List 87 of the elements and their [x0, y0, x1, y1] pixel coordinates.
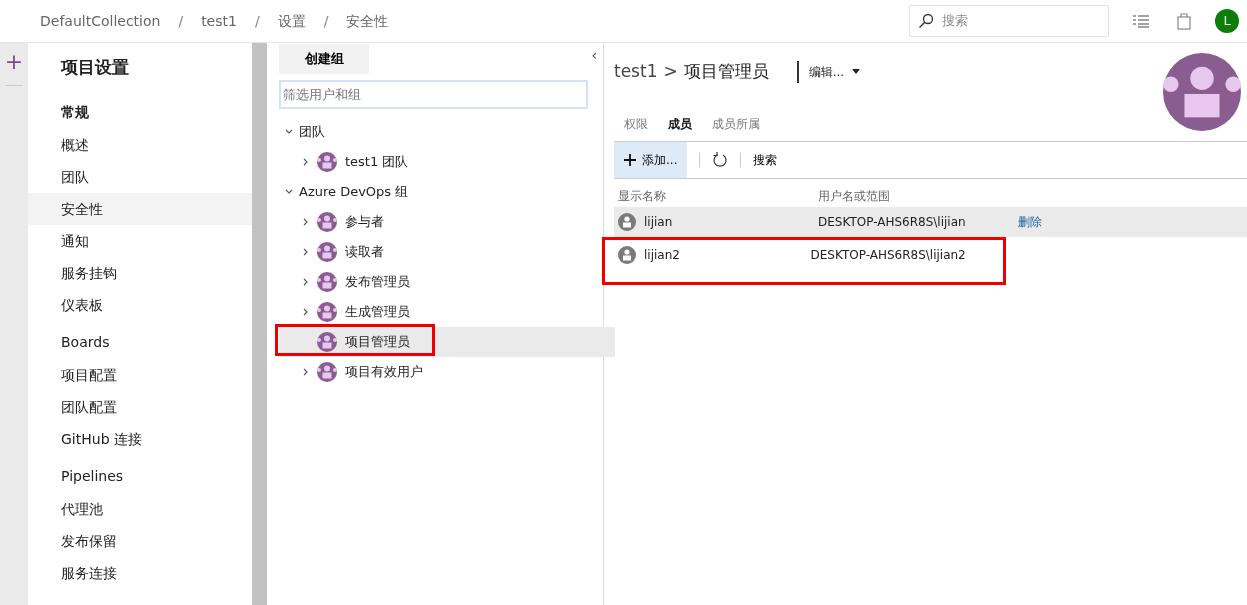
create-group-button[interactable]: 创建组: [279, 44, 369, 74]
add-button[interactable]: 添加...: [614, 141, 688, 178]
sidebar-item[interactable]: 概述: [28, 128, 252, 161]
chevron-right-icon[interactable]: [303, 368, 309, 376]
tree-item-label: test1 团队: [345, 153, 409, 172]
search-button[interactable]: 搜索: [753, 150, 778, 169]
tree-item-label: 生成管理员: [345, 303, 410, 322]
tree-item-label: 项目管理员: [345, 333, 410, 352]
sidebar-item[interactable]: 团队配置: [28, 390, 252, 423]
tab[interactable]: 成员所属: [712, 114, 760, 133]
group-icon: [317, 152, 337, 172]
tree-item-label: 项目有效用户: [345, 363, 423, 382]
column-header: 显示名称: [618, 187, 667, 205]
collapse-button[interactable]: ‹: [591, 45, 597, 66]
shopping-bag-icon[interactable]: [1177, 12, 1191, 30]
tree-item-label: 参与者: [345, 213, 384, 232]
user-icon: [618, 245, 636, 264]
breadcrumb-link[interactable]: 设置: [277, 10, 306, 32]
user-icon: [618, 212, 636, 231]
sidebar-item[interactable]: 代理池: [28, 492, 252, 525]
chevron-right-icon[interactable]: [303, 218, 309, 226]
breadcrumb-link[interactable]: test1: [201, 10, 237, 32]
user-avatar[interactable]: L: [1215, 9, 1239, 33]
breadcrumb-separator: /: [254, 11, 260, 31]
tree-group-header[interactable]: 团队: [279, 117, 603, 147]
plus-icon: [624, 153, 636, 166]
sidebar-item[interactable]: 发布保留: [28, 524, 252, 557]
group-title: 项目管理员: [683, 60, 769, 83]
edit-menu[interactable]: 编辑...: [796, 60, 861, 83]
breadcrumb-separator: /: [178, 11, 184, 31]
tree-group-label: Azure DevOps 组: [299, 183, 409, 202]
title-separator: >: [663, 60, 678, 83]
checklist-icon[interactable]: [1133, 14, 1149, 28]
filter-field[interactable]: 筛选用户和组: [279, 80, 588, 109]
member-row[interactable]: lijian DESKTOP-AHS6R8S\lijian 删除: [614, 206, 1247, 237]
add-button[interactable]: +: [4, 51, 24, 86]
sidebar-item[interactable]: GitHub 连接: [28, 422, 252, 455]
chevron-right-icon[interactable]: [303, 248, 309, 256]
member-row[interactable]: lijian2 DESKTOP-AHS6R8S\lijian2: [602, 236, 1006, 285]
group-icon: [317, 362, 337, 382]
breadcrumb-link[interactable]: 安全性: [346, 10, 389, 32]
group-icon: [317, 332, 337, 352]
breadcrumb-separator: /: [323, 11, 329, 31]
scrollbar[interactable]: [252, 43, 267, 605]
sidebar-item[interactable]: 通知: [28, 224, 252, 257]
chevron-down-icon[interactable]: [285, 128, 293, 136]
sidebar-item[interactable]: 仪表板: [28, 288, 252, 321]
tab[interactable]: 成员: [668, 114, 692, 133]
tree-item-label: 发布管理员: [345, 273, 410, 292]
chevron-right-icon[interactable]: [303, 308, 309, 316]
tree-item[interactable]: test1 团队: [279, 147, 615, 177]
sidebar-item[interactable]: 团队: [28, 160, 252, 193]
section-heading: Boards: [60, 332, 111, 352]
delete-link[interactable]: 删除: [1018, 212, 1042, 231]
member-account: DESKTOP-AHS6R8S\lijian: [818, 213, 967, 231]
tree-item-label: 读取者: [345, 243, 384, 262]
tree-item[interactable]: 参与者: [279, 207, 615, 237]
group-icon: [317, 212, 337, 232]
search-field[interactable]: 搜索: [909, 5, 1109, 37]
tab[interactable]: 权限: [624, 114, 648, 133]
sidebar-title: 项目设置: [59, 56, 130, 79]
chevron-right-icon[interactable]: [303, 158, 309, 166]
search-icon: [918, 13, 934, 29]
tree-item[interactable]: 生成管理员: [279, 297, 615, 327]
refresh-icon[interactable]: [712, 151, 729, 168]
column-header: 用户名或范围: [818, 187, 891, 205]
sidebar-item[interactable]: 服务挂钩: [28, 256, 252, 289]
breadcrumb-link[interactable]: DefaultCollection: [40, 10, 161, 32]
member-name: lijian: [644, 213, 673, 231]
member-account: DESKTOP-AHS6R8S\lijian2: [810, 246, 967, 264]
tree-item[interactable]: 项目有效用户: [279, 357, 615, 387]
section-heading: Pipelines: [60, 466, 125, 486]
chevron-down-icon[interactable]: [285, 188, 293, 196]
sidebar-item[interactable]: 安全性: [28, 192, 252, 225]
tree-group-label: 团队: [299, 123, 325, 142]
member-name: lijian2: [644, 246, 680, 264]
group-icon: [317, 272, 337, 292]
group-icon: [317, 302, 337, 322]
tree-group-header[interactable]: Azure DevOps 组: [279, 177, 603, 207]
section-heading: 常规: [60, 102, 90, 122]
chevron-right-icon[interactable]: [303, 278, 309, 286]
tree-item[interactable]: 项目管理员: [279, 327, 615, 357]
sidebar-item[interactable]: 项目配置: [28, 358, 252, 391]
sidebar-item[interactable]: 服务连接: [28, 556, 252, 589]
caret-icon: [852, 69, 861, 75]
group-icon: [317, 242, 337, 262]
project-name[interactable]: test1: [614, 59, 658, 85]
